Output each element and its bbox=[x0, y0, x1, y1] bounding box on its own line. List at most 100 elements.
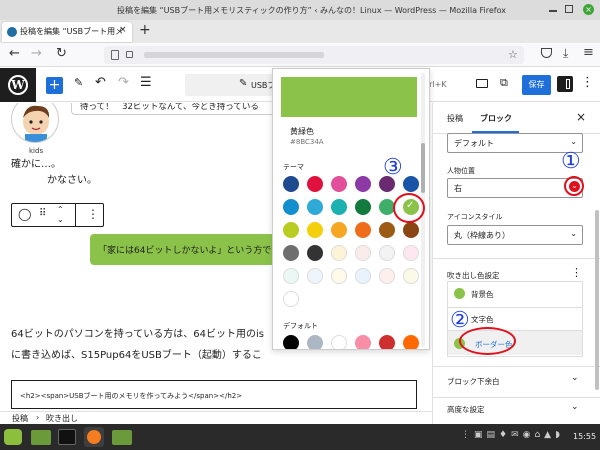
reload-icon[interactable]: ↻ bbox=[56, 46, 67, 61]
paragraph-3[interactable]: に書き込めば、S15Pup64をUSBブート（起動）するこ bbox=[11, 346, 262, 361]
clock[interactable]: 15:55 bbox=[573, 432, 596, 441]
color-options-icon[interactable]: ⋮ bbox=[571, 266, 582, 279]
advanced-label[interactable]: 高度な設定 bbox=[447, 404, 485, 415]
redo-icon[interactable]: ↷ bbox=[118, 75, 129, 90]
undo-icon[interactable]: ↶ bbox=[95, 75, 106, 90]
popover-scrollbar-thumb[interactable] bbox=[421, 143, 425, 193]
paragraph-1[interactable]: 確かに…。 bbox=[11, 155, 61, 170]
default-color-swatch[interactable] bbox=[331, 335, 347, 349]
color-swatch[interactable] bbox=[307, 245, 323, 261]
block-options-icon[interactable]: ⋮ bbox=[87, 207, 99, 221]
chevron-down-icon[interactable]: ⌄ bbox=[571, 373, 579, 383]
browser-tab[interactable]: 投稿を編集 “USBブート用メ × bbox=[2, 22, 132, 42]
minimize-icon[interactable] bbox=[549, 10, 557, 12]
color-swatch[interactable] bbox=[403, 245, 419, 261]
code-text: <h2><span>USBブート用のメモリを作ってみよう</span></h2> bbox=[20, 392, 243, 400]
color-swatch[interactable] bbox=[283, 268, 299, 284]
pencil-tool-icon[interactable]: ✎ bbox=[74, 76, 83, 89]
paragraph-2[interactable]: 64ビットのパソコンを持っている方は、64ビット用のis bbox=[11, 325, 264, 340]
download-icon[interactable]: ⤓ bbox=[563, 46, 568, 61]
color-swatch[interactable] bbox=[283, 245, 299, 261]
color-swatch[interactable] bbox=[379, 268, 395, 284]
default-color-swatch[interactable] bbox=[355, 335, 371, 349]
save-button[interactable]: 保存 bbox=[522, 75, 551, 95]
drag-handle-icon[interactable]: ⠿ bbox=[39, 208, 46, 219]
files-app-icon[interactable] bbox=[31, 430, 51, 445]
bookmark-star-icon[interactable]: ☆ bbox=[508, 48, 518, 61]
menu-icon[interactable]: ≡ bbox=[583, 45, 594, 60]
tray-icons[interactable]: ⋮▣▤♦✉◉⌂▲◗ bbox=[461, 430, 564, 440]
default-color-swatch[interactable] bbox=[283, 335, 299, 349]
tab-title: 投稿を編集 “USBブート用メ bbox=[20, 27, 124, 36]
code-block[interactable]: <h2><span>USBブート用のメモリを作ってみよう</span></h2> bbox=[11, 380, 417, 409]
terminal-app-icon[interactable] bbox=[58, 429, 76, 445]
tab-block[interactable]: ブロック bbox=[480, 113, 512, 124]
color-swatch[interactable] bbox=[403, 222, 419, 238]
color-swatch[interactable] bbox=[331, 199, 347, 215]
color-swatch[interactable] bbox=[355, 199, 371, 215]
color-swatch[interactable] bbox=[379, 245, 395, 261]
speech-block-icon[interactable]: ◯ bbox=[18, 207, 31, 221]
text-color-label: 文字色 bbox=[471, 315, 494, 324]
document-title-pill[interactable]: ✎ USBブ bbox=[185, 74, 275, 96]
view-post-icon[interactable]: ⧉ bbox=[500, 76, 508, 90]
maximize-icon[interactable] bbox=[565, 5, 573, 13]
paragraph-1b[interactable]: かなさい。 bbox=[47, 171, 97, 186]
color-swatch[interactable] bbox=[307, 199, 323, 215]
color-swatch[interactable] bbox=[283, 176, 299, 192]
preview-icon[interactable] bbox=[476, 79, 488, 88]
breadcrumb-separator: › bbox=[36, 413, 40, 422]
back-icon[interactable]: ← bbox=[9, 46, 20, 61]
settings-panel-toggle-icon[interactable] bbox=[557, 76, 573, 92]
chevron-down-icon[interactable]: ⌄ bbox=[571, 402, 579, 412]
bottom-margin-label[interactable]: ブロック下余白 bbox=[447, 376, 500, 387]
color-swatch[interactable] bbox=[403, 176, 419, 192]
green-speech-bubble[interactable]: 「家には64ビットしかないよ」という方で bbox=[90, 234, 290, 265]
breadcrumb-post[interactable]: 投稿 bbox=[12, 413, 28, 424]
color-swatch[interactable] bbox=[355, 245, 371, 261]
color-swatch[interactable] bbox=[331, 245, 347, 261]
list-view-icon[interactable]: ☰ bbox=[140, 75, 152, 90]
default-color-swatch[interactable] bbox=[379, 335, 395, 349]
color-swatch[interactable] bbox=[307, 222, 323, 238]
color-swatch[interactable] bbox=[283, 291, 299, 307]
mint-menu-icon[interactable] bbox=[4, 429, 22, 445]
folder-app-icon[interactable] bbox=[112, 430, 132, 445]
color-swatch[interactable] bbox=[283, 222, 299, 238]
url-bar[interactable]: ☆ bbox=[104, 46, 524, 64]
color-swatch[interactable] bbox=[283, 199, 299, 215]
icon-style-select[interactable]: 丸（枠線あり） ⌄ bbox=[447, 225, 583, 245]
options-menu-icon[interactable]: ⋮ bbox=[581, 75, 594, 90]
color-swatch[interactable] bbox=[403, 268, 419, 284]
breadcrumb-bubble[interactable]: 吹き出し bbox=[46, 413, 78, 424]
green-bubble-text: 「家には64ビットしかないよ」という方で bbox=[98, 246, 272, 256]
pocket-icon[interactable] bbox=[541, 48, 552, 58]
color-swatch[interactable] bbox=[331, 268, 347, 284]
tab-close-icon[interactable]: × bbox=[119, 25, 127, 35]
speech-bubble-top[interactable]: 待って！ 32ビットなんて、今どき持っている bbox=[71, 103, 291, 115]
default-color-swatch[interactable] bbox=[307, 335, 323, 349]
tab-post[interactable]: 投稿 bbox=[447, 113, 463, 124]
person-position-select[interactable]: 右 ⌄ bbox=[447, 178, 583, 198]
color-swatch[interactable] bbox=[307, 268, 323, 284]
blurred-url bbox=[144, 52, 324, 58]
sidebar-scrollbar[interactable] bbox=[595, 210, 599, 390]
add-block-button[interactable]: + bbox=[46, 77, 63, 94]
color-swatch[interactable] bbox=[355, 222, 371, 238]
color-swatch[interactable] bbox=[331, 176, 347, 192]
color-swatch[interactable] bbox=[355, 176, 371, 192]
default-color-swatch[interactable] bbox=[403, 335, 419, 349]
new-tab-button[interactable]: + bbox=[139, 22, 151, 38]
color-swatch[interactable] bbox=[379, 222, 395, 238]
wordpress-logo[interactable]: W bbox=[0, 68, 36, 102]
color-swatch[interactable] bbox=[355, 268, 371, 284]
color-swatch[interactable] bbox=[331, 222, 347, 238]
close-sidebar-icon[interactable]: × bbox=[576, 110, 586, 124]
firefox-app-icon[interactable] bbox=[84, 427, 104, 447]
color-swatch[interactable] bbox=[307, 176, 323, 192]
close-window-icon[interactable]: × bbox=[583, 4, 594, 15]
chevron-down-icon: ⌄ bbox=[570, 229, 577, 238]
forward-icon[interactable]: → bbox=[31, 46, 42, 61]
bg-color-item[interactable]: 背景色 bbox=[448, 283, 582, 305]
move-up-down-icon[interactable]: ⌃ ⌄ bbox=[57, 205, 64, 225]
